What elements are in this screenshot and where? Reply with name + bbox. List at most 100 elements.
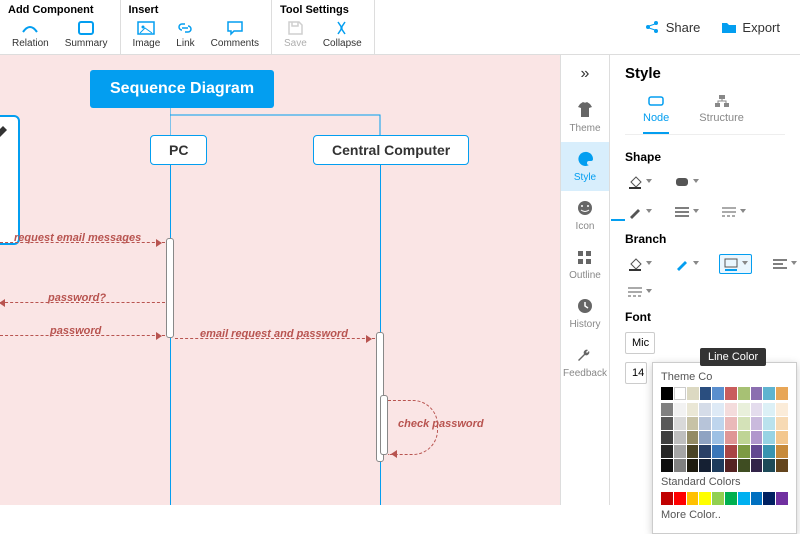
color-swatch[interactable] bbox=[776, 445, 788, 458]
branch-pen-button[interactable] bbox=[672, 254, 701, 274]
color-swatch[interactable] bbox=[751, 387, 763, 400]
message-label[interactable]: check password bbox=[398, 418, 484, 430]
color-swatch[interactable] bbox=[674, 387, 686, 400]
color-swatch[interactable] bbox=[699, 417, 711, 430]
activation-bar[interactable] bbox=[380, 395, 388, 455]
color-swatch[interactable] bbox=[725, 403, 737, 416]
export-button[interactable]: Export bbox=[720, 19, 780, 35]
color-swatch[interactable] bbox=[712, 492, 724, 505]
color-swatch[interactable] bbox=[751, 459, 763, 472]
message-label[interactable]: password? bbox=[48, 292, 106, 304]
color-swatch[interactable] bbox=[751, 431, 763, 444]
color-swatch[interactable] bbox=[763, 403, 775, 416]
color-swatch[interactable] bbox=[725, 492, 737, 505]
color-swatch[interactable] bbox=[763, 459, 775, 472]
message-label[interactable]: password bbox=[50, 325, 101, 337]
message-label[interactable]: email request and password bbox=[200, 328, 348, 340]
color-swatch[interactable] bbox=[738, 492, 750, 505]
color-swatch[interactable] bbox=[687, 431, 699, 444]
image-button[interactable]: Image bbox=[125, 18, 169, 51]
color-swatch[interactable] bbox=[712, 417, 724, 430]
color-swatch[interactable] bbox=[699, 403, 711, 416]
color-swatch[interactable] bbox=[725, 431, 737, 444]
branch-align-button[interactable] bbox=[770, 254, 799, 274]
tab-style[interactable]: Style bbox=[561, 142, 609, 191]
color-swatch[interactable] bbox=[776, 403, 788, 416]
color-swatch[interactable] bbox=[763, 431, 775, 444]
relation-button[interactable]: Relation bbox=[4, 18, 57, 51]
color-swatch[interactable] bbox=[699, 492, 711, 505]
shape-type-button[interactable] bbox=[672, 172, 701, 192]
color-swatch[interactable] bbox=[674, 492, 686, 505]
color-swatch[interactable] bbox=[712, 387, 724, 400]
tab-theme[interactable]: Theme bbox=[561, 93, 609, 142]
color-swatch[interactable] bbox=[674, 403, 686, 416]
color-swatch[interactable] bbox=[687, 417, 699, 430]
border-color-button[interactable] bbox=[625, 202, 654, 222]
color-swatch[interactable] bbox=[751, 445, 763, 458]
color-swatch[interactable] bbox=[699, 445, 711, 458]
color-swatch[interactable] bbox=[687, 445, 699, 458]
more-color-button[interactable]: More Color.. bbox=[661, 509, 788, 521]
node-central-computer[interactable]: Central Computer bbox=[313, 135, 469, 165]
color-swatch[interactable] bbox=[751, 492, 763, 505]
diagram-canvas[interactable]: Sequence Diagram PC Central Computer req… bbox=[0, 55, 560, 505]
color-swatch[interactable] bbox=[674, 445, 686, 458]
color-swatch[interactable] bbox=[725, 459, 737, 472]
font-size-select[interactable]: 14 bbox=[625, 362, 647, 384]
color-swatch[interactable] bbox=[751, 403, 763, 416]
color-swatch[interactable] bbox=[674, 417, 686, 430]
color-swatch[interactable] bbox=[763, 417, 775, 430]
color-swatch[interactable] bbox=[700, 387, 712, 400]
message-label[interactable]: request email messages bbox=[14, 232, 141, 244]
color-swatch[interactable] bbox=[725, 417, 737, 430]
color-swatch[interactable] bbox=[738, 431, 750, 444]
selected-node[interactable] bbox=[0, 115, 20, 245]
collapse-panel-button[interactable]: » bbox=[571, 55, 600, 93]
color-swatch[interactable] bbox=[738, 417, 750, 430]
panel-tab-node[interactable]: Node bbox=[643, 94, 669, 134]
color-swatch[interactable] bbox=[687, 387, 699, 400]
share-button[interactable]: Share bbox=[644, 19, 701, 35]
color-swatch[interactable] bbox=[751, 417, 763, 430]
color-swatch[interactable] bbox=[738, 387, 750, 400]
color-swatch[interactable] bbox=[763, 445, 775, 458]
collapse-button[interactable]: Collapse bbox=[315, 18, 370, 51]
color-swatch[interactable] bbox=[712, 431, 724, 444]
color-swatch[interactable] bbox=[738, 459, 750, 472]
color-swatch[interactable] bbox=[712, 445, 724, 458]
color-swatch[interactable] bbox=[776, 431, 788, 444]
color-swatch[interactable] bbox=[661, 459, 673, 472]
color-swatch[interactable] bbox=[725, 445, 737, 458]
color-swatch[interactable] bbox=[776, 387, 788, 400]
color-swatch[interactable] bbox=[661, 445, 673, 458]
node-pc[interactable]: PC bbox=[150, 135, 207, 165]
border-width-button[interactable] bbox=[672, 202, 701, 222]
line-color-button[interactable] bbox=[719, 254, 752, 274]
tab-icon[interactable]: Icon bbox=[561, 191, 609, 240]
color-swatch[interactable] bbox=[776, 459, 788, 472]
color-swatch[interactable] bbox=[712, 403, 724, 416]
color-swatch[interactable] bbox=[725, 387, 737, 400]
activation-bar[interactable] bbox=[166, 238, 174, 338]
panel-tab-structure[interactable]: Structure bbox=[699, 94, 744, 134]
color-swatch[interactable] bbox=[712, 459, 724, 472]
color-swatch[interactable] bbox=[763, 492, 775, 505]
color-swatch[interactable] bbox=[776, 492, 788, 505]
branch-style-button[interactable] bbox=[625, 284, 654, 300]
color-swatch[interactable] bbox=[699, 431, 711, 444]
branch-fill-button[interactable] bbox=[625, 254, 654, 274]
color-swatch[interactable] bbox=[699, 459, 711, 472]
color-swatch[interactable] bbox=[763, 387, 775, 400]
color-swatch[interactable] bbox=[674, 431, 686, 444]
summary-button[interactable]: Summary bbox=[57, 18, 116, 51]
color-swatch[interactable] bbox=[661, 387, 673, 400]
color-swatch[interactable] bbox=[738, 445, 750, 458]
color-swatch[interactable] bbox=[687, 492, 699, 505]
color-swatch[interactable] bbox=[776, 417, 788, 430]
color-swatch[interactable] bbox=[738, 403, 750, 416]
color-swatch[interactable] bbox=[661, 417, 673, 430]
link-button[interactable]: Link bbox=[168, 18, 202, 51]
color-swatch[interactable] bbox=[661, 492, 673, 505]
comments-button[interactable]: Comments bbox=[203, 18, 267, 51]
